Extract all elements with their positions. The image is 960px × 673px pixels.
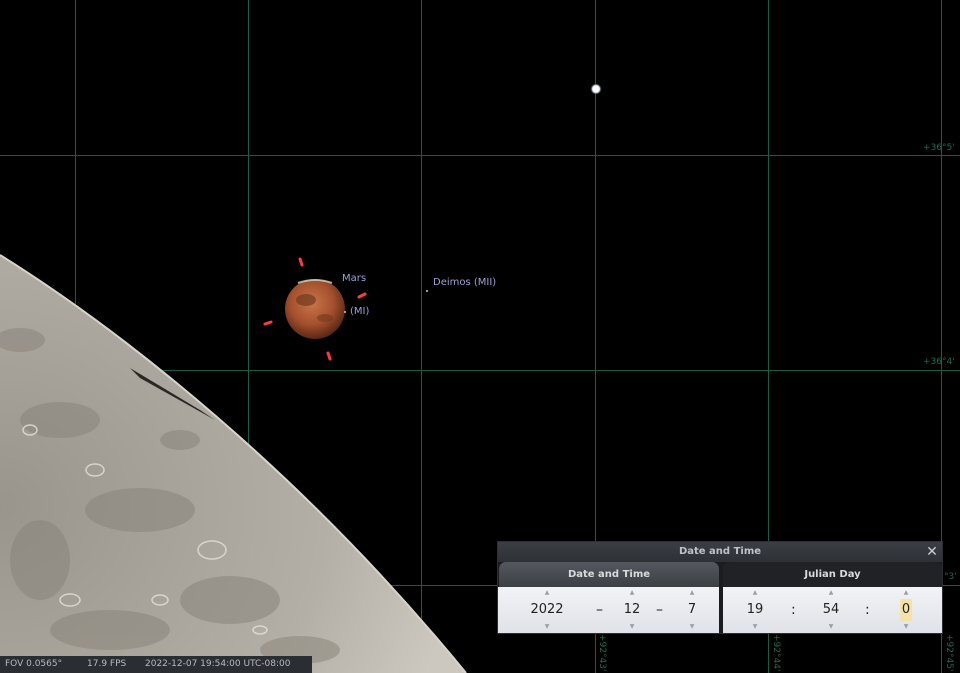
date-panel: ▲ 2022 ▼ – ▲ 12 ▼ – ▲ 7 ▼ bbox=[498, 587, 719, 633]
month-spinbox[interactable]: ▲ 12 ▼ bbox=[616, 587, 648, 633]
ra-grid-label: +92°44' bbox=[771, 634, 781, 672]
dec-grid-label: +36°5' bbox=[923, 143, 955, 153]
dec-grid-label: +36°4' bbox=[923, 357, 955, 367]
decrement-arrow-icon[interactable]: ▼ bbox=[895, 621, 917, 633]
increment-arrow-icon[interactable]: ▲ bbox=[817, 587, 845, 599]
day-value[interactable]: 7 bbox=[678, 599, 706, 621]
date-separator: – bbox=[596, 602, 603, 618]
dec-grid-label: °3' bbox=[944, 572, 957, 582]
increment-arrow-icon[interactable]: ▲ bbox=[895, 587, 917, 599]
decrement-arrow-icon[interactable]: ▼ bbox=[817, 621, 845, 633]
hour-spinbox[interactable]: ▲ 19 ▼ bbox=[741, 587, 769, 633]
deimos-label: Deimos (MII) bbox=[433, 277, 497, 288]
phobos-label: (MI) bbox=[350, 306, 370, 317]
increment-arrow-icon[interactable]: ▲ bbox=[616, 587, 648, 599]
fov-readout: FOV 0.0565° bbox=[5, 659, 63, 669]
tab-date-and-time[interactable]: Date and Time bbox=[499, 562, 719, 587]
datetime-readout: 2022-12-07 19:54:00 UTC-08:00 bbox=[145, 659, 291, 669]
minute-value[interactable]: 54 bbox=[817, 599, 845, 621]
hour-value[interactable]: 19 bbox=[741, 599, 769, 621]
time-separator: : bbox=[865, 602, 870, 618]
mars-label: Mars bbox=[342, 273, 367, 284]
month-value[interactable]: 12 bbox=[616, 599, 648, 621]
year-value[interactable]: 2022 bbox=[526, 599, 568, 621]
deimos-moon[interactable] bbox=[426, 290, 428, 292]
increment-arrow-icon[interactable]: ▲ bbox=[678, 587, 706, 599]
ra-grid-label: +92°45' bbox=[944, 634, 954, 672]
second-spinbox[interactable]: ▲ 0 ▼ bbox=[895, 587, 917, 633]
date-separator: – bbox=[656, 602, 663, 618]
dialog-title: Date and Time bbox=[678, 546, 762, 557]
time-separator: : bbox=[791, 602, 796, 618]
tab-julian-day[interactable]: Julian Day bbox=[723, 562, 942, 587]
decrement-arrow-icon[interactable]: ▼ bbox=[616, 621, 648, 633]
phobos-moon[interactable] bbox=[344, 311, 346, 313]
status-bar: FOV 0.0565° 17.9 FPS 2022-12-07 19:54:00… bbox=[0, 656, 312, 673]
increment-arrow-icon[interactable]: ▲ bbox=[526, 587, 568, 599]
decrement-arrow-icon[interactable]: ▼ bbox=[678, 621, 706, 633]
decrement-arrow-icon[interactable]: ▼ bbox=[741, 621, 769, 633]
year-spinbox[interactable]: ▲ 2022 ▼ bbox=[526, 587, 568, 633]
day-spinbox[interactable]: ▲ 7 ▼ bbox=[678, 587, 706, 633]
increment-arrow-icon[interactable]: ▲ bbox=[741, 587, 769, 599]
close-icon[interactable]: ✕ bbox=[925, 542, 939, 562]
second-value[interactable]: 0 bbox=[899, 599, 913, 621]
ra-grid-label: +92°43' bbox=[597, 634, 607, 672]
minute-spinbox[interactable]: ▲ 54 ▼ bbox=[817, 587, 845, 633]
time-panel: ▲ 19 ▼ : ▲ 54 ▼ : ▲ 0 ▼ bbox=[723, 587, 942, 633]
date-time-dialog: Date and Time ✕ Date and Time Julian Day… bbox=[498, 542, 942, 633]
fps-readout: 17.9 FPS bbox=[87, 659, 127, 669]
dialog-titlebar[interactable]: Date and Time ✕ bbox=[498, 542, 942, 562]
decrement-arrow-icon[interactable]: ▼ bbox=[526, 621, 568, 633]
mars-planet[interactable] bbox=[285, 279, 345, 339]
